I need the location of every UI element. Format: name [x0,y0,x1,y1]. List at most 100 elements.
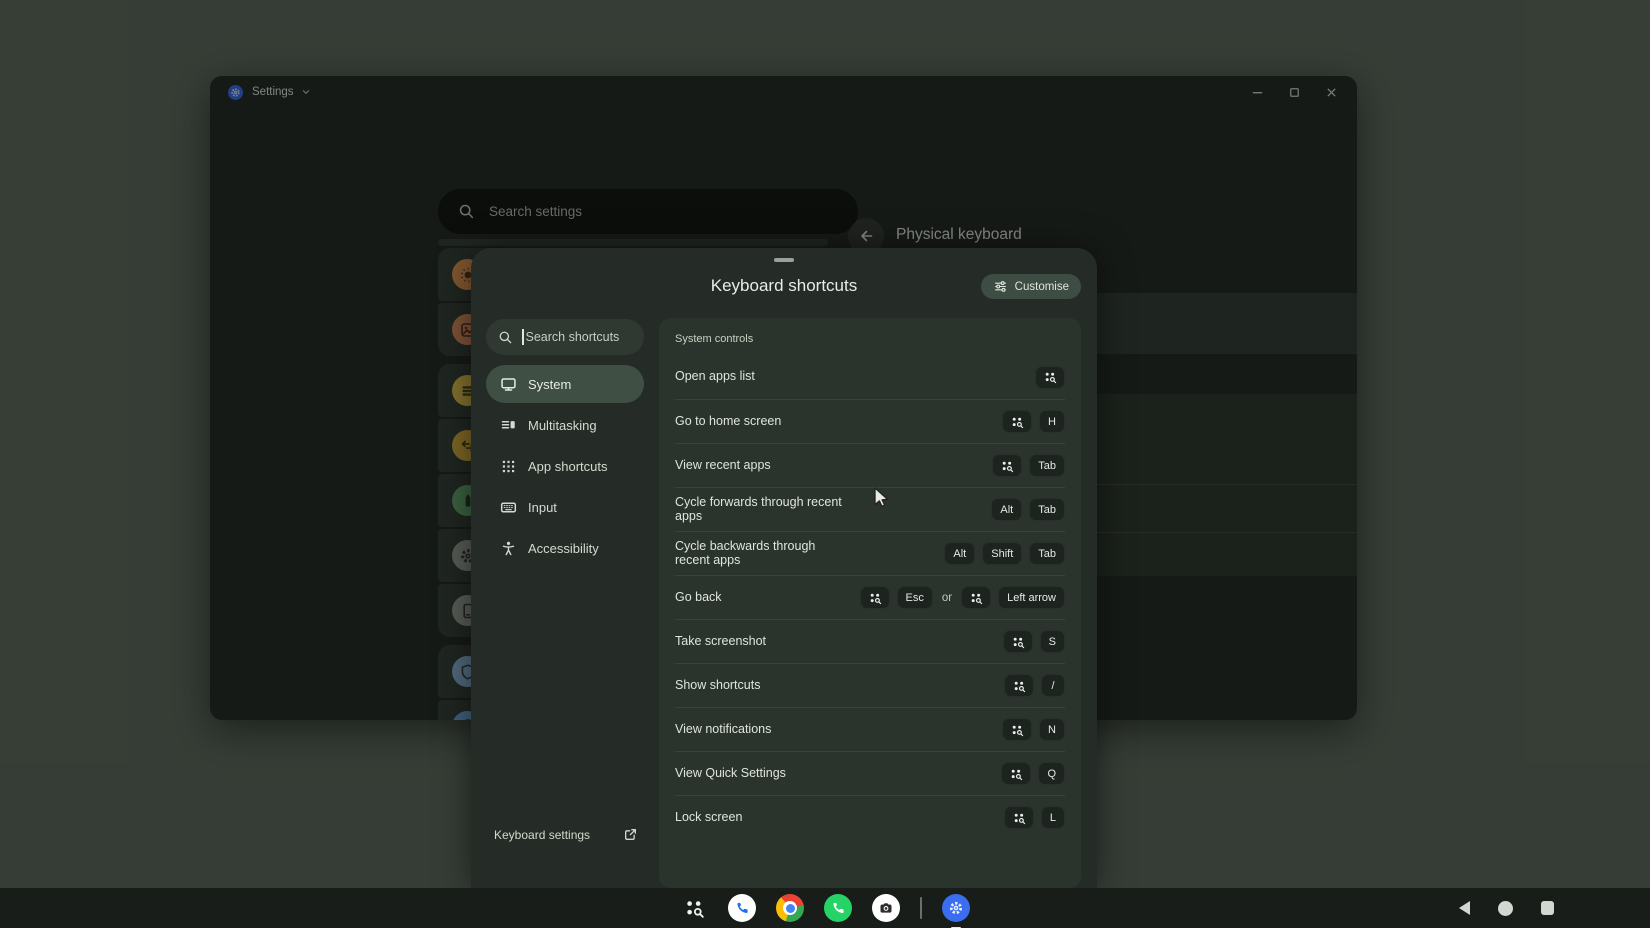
shortcut-row: Go to home screen H [675,399,1065,443]
nav-home-button[interactable] [1498,901,1513,916]
shortcut-row: View Quick Settings Q [675,751,1065,795]
category-label: Multitasking [528,418,597,433]
key-s: S [1040,630,1065,653]
chrome-app-icon[interactable] [776,894,804,922]
shortcut-label: View recent apps [675,459,771,473]
launcher-app-icon[interactable] [680,894,708,922]
drag-handle[interactable] [774,258,794,262]
gear-icon [948,900,964,916]
text-caret [522,329,524,345]
shortcut-keys: Alt Tab [991,498,1065,521]
key-left-arrow: Left arrow [998,586,1065,609]
shortcut-row: Show shortcuts / [675,663,1065,707]
key-alt: Alt [944,542,975,565]
launcher-key-icon [1012,811,1026,825]
shortcut-label: Open apps list [675,370,755,384]
launcher-key-icon [1035,366,1065,389]
shortcut-label: View Quick Settings [675,767,786,781]
taskbar-separator [920,897,922,919]
key-esc: Esc [897,586,933,609]
launcher-key-icon [860,586,890,609]
key-n: N [1039,718,1065,741]
camera-app-icon[interactable] [872,894,900,922]
launcher-key-icon [868,591,882,605]
multitask-icon [500,417,517,434]
external-link-icon [623,827,638,842]
category-input[interactable]: Input [486,488,644,526]
handset-icon [734,900,750,916]
shortcut-list: System controls Open apps listGo to home… [659,318,1081,888]
monitor-icon [500,376,517,393]
nav-back-button[interactable] [1459,901,1470,915]
category-app-shortcuts[interactable]: App shortcuts [486,447,644,485]
customise-label: Customise [1015,281,1069,293]
shortcut-keys: N [1002,718,1065,741]
shortcut-row: View recent apps Tab [675,443,1065,487]
shortcut-keys: H [1002,410,1065,433]
launcher-key-icon [1002,718,1032,741]
category-label: Input [528,500,557,515]
shortcut-keys: Escor Left arrow [860,586,1066,609]
shortcut-label: Go to home screen [675,415,781,429]
category-accessibility[interactable]: Accessibility [486,529,644,567]
key-alt: Alt [991,498,1022,521]
shortcut-keys: Tab [992,454,1065,477]
category-system[interactable]: System [486,365,644,403]
key-l: L [1041,806,1065,829]
camera-icon [878,900,894,916]
shortcut-row: Take screenshot S [675,619,1065,663]
launcher-key-icon [992,454,1022,477]
shortcut-label: View notifications [675,723,771,737]
shortcut-row: Go back Escor Left arrow [675,575,1065,619]
desktop: Settings Search settings Display and tou… [0,0,1650,928]
keyboard-settings-link[interactable]: Keyboard settings [494,827,638,842]
settings-app-icon[interactable] [942,894,970,922]
shortcut-keys [1035,366,1065,389]
key-q: Q [1038,762,1065,785]
key-joiner: or [942,592,952,604]
shortcut-keys: S [1003,630,1065,653]
launcher-key-icon [683,897,705,919]
keyboard-shortcuts-dialog: Keyboard shortcuts Customise Search shor… [471,248,1097,888]
system-nav [1459,888,1555,928]
shortcut-label: Take screenshot [675,635,766,649]
key-tab: Tab [1029,454,1065,477]
shortcut-label: Lock screen [675,811,742,825]
key-tab: Tab [1029,498,1065,521]
launcher-key-icon [1043,370,1057,384]
launcher-key-icon [969,591,983,605]
launcher-key-icon [1000,459,1014,473]
nav-recents-button[interactable] [1541,901,1555,915]
category-label: System [528,377,571,392]
handset-icon [830,900,846,916]
launcher-key-icon [1010,415,1024,429]
launcher-key-icon [1002,410,1032,433]
tune-icon [993,279,1008,294]
category-multitasking[interactable]: Multitasking [486,406,644,444]
launcher-key-icon [1011,635,1025,649]
shortcut-keys: AltShiftTab [944,542,1065,565]
shortcut-keys: Q [1001,762,1065,785]
launcher-key-icon [1001,762,1031,785]
shortcut-label: Cycle backwards through recent apps [675,540,845,567]
shortcut-row: Lock screen L [675,795,1065,839]
shortcut-label: Cycle forwards through recent apps [675,496,845,523]
shortcut-keys: / [1004,674,1065,697]
category-label: Accessibility [528,541,599,556]
shortcut-search-input[interactable]: Search shortcuts [486,319,644,355]
launcher-key-icon [1003,630,1033,653]
shortcut-label: Go back [675,591,722,605]
whatsapp-app-icon[interactable] [824,894,852,922]
shortcut-label: Show shortcuts [675,679,760,693]
shortcut-row: View notifications N [675,707,1065,751]
launcher-key-icon [1009,767,1023,781]
taskbar [0,888,1650,928]
shortcut-row: Open apps list [675,355,1065,399]
accessibility-icon [500,540,517,557]
phone-app-icon[interactable] [728,894,756,922]
customise-button[interactable]: Customise [981,274,1081,299]
shortcut-row: Cycle backwards through recent apps AltSh… [675,531,1065,575]
keyboard-icon [500,499,517,516]
category-label: App shortcuts [528,459,608,474]
grid-icon [500,458,517,475]
